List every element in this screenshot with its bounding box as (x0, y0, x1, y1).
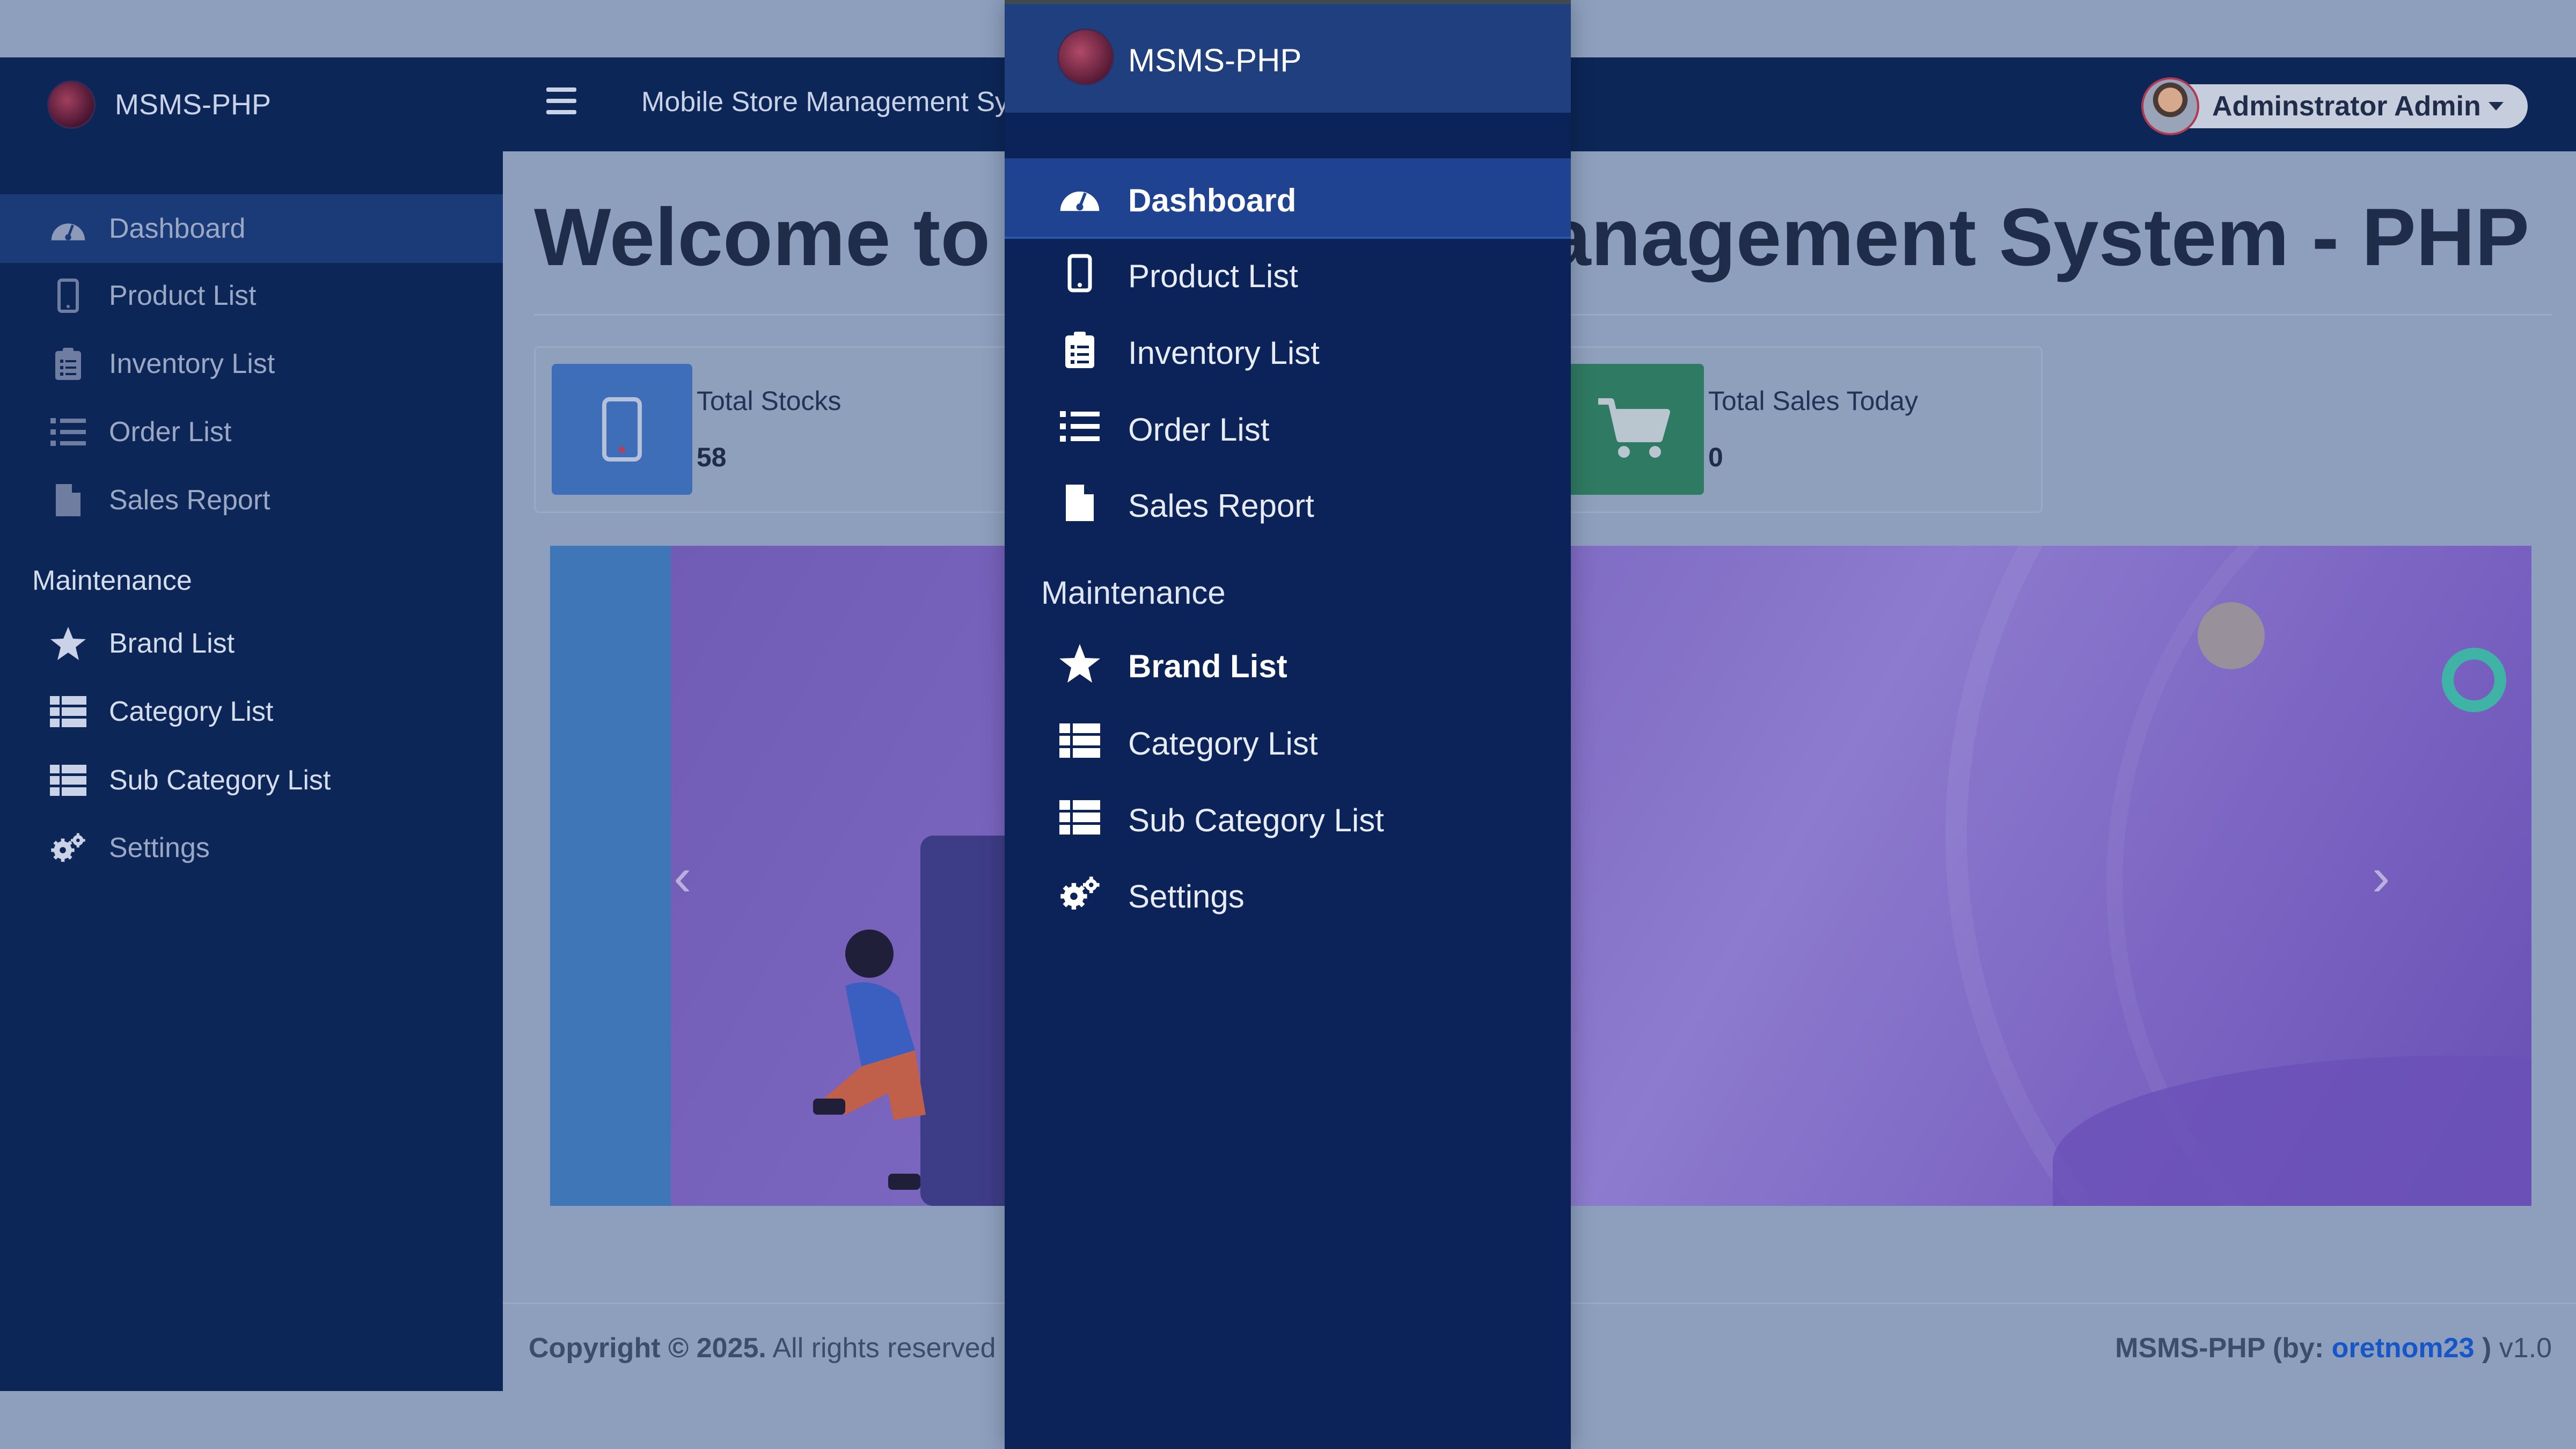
card-title: Total Sales Today (1708, 386, 1918, 416)
sidebar-item-category-list[interactable]: Category List (0, 677, 503, 746)
navbar-brand[interactable]: MSMS-PHP (47, 72, 271, 137)
caret-down-icon (2488, 102, 2504, 111)
drawer-brand-text: MSMS-PHP (1128, 42, 1302, 78)
sidebar-item-settings[interactable]: Settings (0, 814, 503, 882)
sidebar-item-dashboard[interactable]: Dashboard (0, 194, 503, 263)
drawer-item-category-list[interactable]: Category List (1005, 701, 1571, 780)
drawer-item-label: Sub Category List (1128, 802, 1384, 838)
drawer-item-inventory-list[interactable]: Inventory List (1005, 311, 1571, 389)
hamburger-icon[interactable] (546, 87, 576, 114)
file-icon (1058, 484, 1101, 522)
table-list-icon (1058, 799, 1101, 836)
sidebar-item-label: Dashboard (109, 213, 246, 244)
card-value: 0 (1708, 442, 1723, 472)
avatar (2141, 77, 2199, 135)
user-menu-button[interactable]: Adminstrator Admin (2141, 77, 2528, 135)
decorative-dot (2198, 602, 2265, 669)
sidebar-item-sales-report[interactable]: Sales Report (0, 466, 503, 535)
author-link[interactable]: oretnom23 (2332, 1333, 2475, 1364)
sidebar-drawer: MSMS-PHP Dashboard Product List Inventor… (1005, 0, 1571, 1449)
drawer-item-label: Brand List (1128, 648, 1287, 684)
drawer-item-label: Category List (1128, 726, 1318, 762)
drawer-item-brand-list[interactable]: Brand List (1005, 624, 1571, 702)
drawer-item-settings[interactable]: Settings (1005, 854, 1571, 933)
star-icon (1058, 644, 1101, 683)
footer-copyright: Copyright © 2025. All rights reserved (529, 1332, 996, 1364)
sidebar-item-label: Sub Category List (109, 765, 331, 796)
sidebar-item-label: Brand List (109, 628, 235, 659)
page-title: Welcome to (534, 191, 990, 284)
drawer-item-sub-category-list[interactable]: Sub Category List (1005, 778, 1571, 857)
sidebar-item-label: Inventory List (109, 348, 275, 379)
drawer-item-label: Dashboard (1128, 182, 1297, 218)
drawer-section-maintenance: Maintenance (1041, 575, 1226, 611)
list-icon (1058, 408, 1101, 445)
cogs-icon (49, 829, 87, 867)
info-card-total-stocks: Total Stocks 58 (534, 346, 1031, 513)
star-icon (49, 625, 87, 662)
copyright-bold: Copyright © 2025. (529, 1333, 766, 1364)
decorative-ring (2442, 648, 2506, 712)
mobile-phone-icon (49, 277, 87, 314)
carousel-side-band (550, 546, 671, 1206)
table-list-icon (49, 762, 87, 799)
sidebar-item-sub-category-list[interactable]: Sub Category List (0, 746, 503, 815)
sidebar-item-label: Order List (109, 416, 232, 448)
page-title-left: Welcome to (534, 192, 991, 283)
drawer-item-label: Order List (1128, 412, 1270, 448)
list-icon (49, 413, 87, 451)
card-value: 58 (697, 442, 727, 472)
sidebar-item-inventory-list[interactable]: Inventory List (0, 330, 503, 398)
shopping-cart-icon (1563, 364, 1704, 495)
sidebar-item-brand-list[interactable]: Brand List (0, 609, 503, 678)
footer-credit: MSMS-PHP (by: oretnom23 ) v1.0 (2115, 1332, 2552, 1364)
dashboard-gauge-icon (1058, 179, 1101, 216)
drawer-item-dashboard[interactable]: Dashboard (1005, 158, 1571, 239)
sidebar-section-maintenance: Maintenance (32, 565, 192, 596)
table-list-icon (1058, 722, 1101, 759)
navbar-brand-text: MSMS-PHP (115, 89, 272, 121)
mobile-phone-icon (552, 364, 692, 495)
app-logo (47, 80, 96, 129)
sidebar-item-label: Settings (109, 832, 210, 863)
carousel-next-button[interactable]: › (2372, 846, 2390, 908)
sidebar-item-label: Product List (109, 280, 257, 311)
drawer-item-order-list[interactable]: Order List (1005, 387, 1571, 466)
sidebar-item-product-list[interactable]: Product List (0, 261, 503, 330)
credit-prefix: MSMS-PHP (by: (2115, 1333, 2332, 1364)
clipboard-list-icon (1058, 331, 1101, 369)
drawer-item-label: Sales Report (1128, 488, 1314, 524)
user-name: Adminstrator Admin (2212, 91, 2481, 122)
copyright-rest: All rights reserved (766, 1333, 996, 1364)
sidebar-item-label: Category List (109, 696, 274, 727)
app-logo (1057, 28, 1114, 85)
file-icon (49, 481, 87, 519)
cogs-icon (1058, 875, 1101, 912)
info-card-total-sales-today: Total Sales Today 0 (1546, 346, 2043, 513)
app-title: Mobile Store Management Sy (641, 86, 1009, 118)
table-list-icon (49, 693, 87, 730)
page-title-right: anagement System - PHP (1546, 192, 2530, 283)
version-label: v1.0 (2491, 1333, 2552, 1364)
card-title: Total Stocks (697, 386, 841, 416)
drawer-item-label: Settings (1128, 879, 1245, 914)
drawer-brand[interactable]: MSMS-PHP (1005, 0, 1571, 113)
drawer-item-product-list[interactable]: Product List (1005, 234, 1571, 312)
person-illustration (813, 930, 926, 1190)
drawer-item-sales-report[interactable]: Sales Report (1005, 464, 1571, 542)
sidebar-item-label: Sales Report (109, 485, 270, 516)
credit-suffix: ) (2474, 1333, 2492, 1364)
mobile-phone-icon (1058, 254, 1101, 292)
clipboard-list-icon (49, 345, 87, 383)
drawer-item-label: Product List (1128, 258, 1298, 294)
dashboard-gauge-icon (49, 210, 87, 247)
sidebar-item-order-list[interactable]: Order List (0, 398, 503, 466)
carousel-prev-button[interactable]: ‹ (674, 846, 691, 908)
drawer-item-label: Inventory List (1128, 335, 1320, 371)
